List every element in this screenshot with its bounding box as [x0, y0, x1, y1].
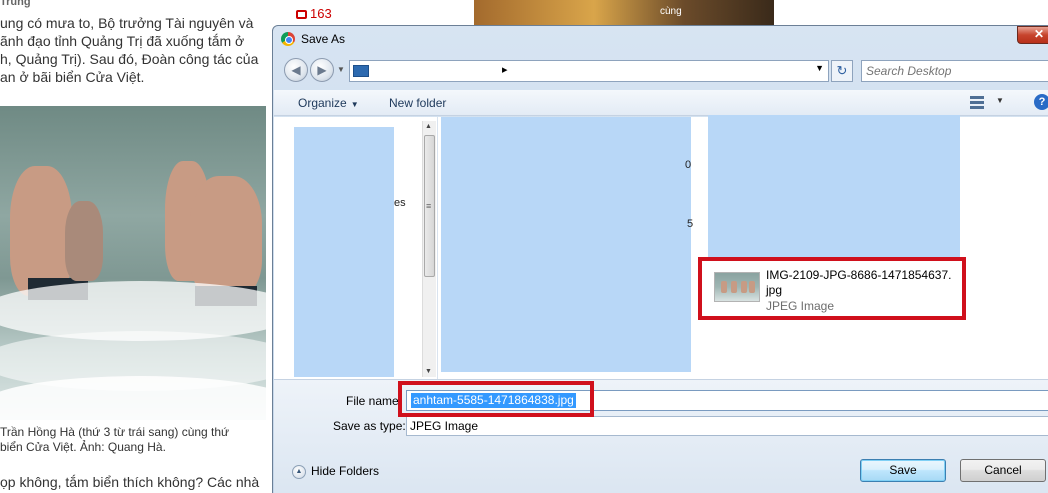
- chrome-icon: [281, 32, 295, 46]
- comment-count[interactable]: 163: [296, 6, 332, 21]
- navigation-scrollbar[interactable]: ▲ ≡ ▼: [422, 121, 436, 377]
- save-as-type-value: JPEG Image: [410, 419, 479, 433]
- redacted-region: [441, 117, 691, 372]
- article-line: h, Quảng Trị). Sau đó, Đoàn công tác của: [0, 51, 259, 67]
- new-folder-button[interactable]: New folder: [389, 96, 446, 110]
- file-name-label: File name:: [346, 394, 403, 408]
- organize-menu[interactable]: Organize ▼: [298, 96, 359, 110]
- caption-line: biển Cửa Việt. Ảnh: Quang Hà.: [0, 440, 166, 454]
- close-button[interactable]: ✕: [1017, 26, 1048, 44]
- hide-folders-toggle[interactable]: ▲ Hide Folders: [292, 464, 379, 479]
- command-bar: Organize ▼ New folder ▼ ?: [274, 90, 1048, 116]
- comment-icon: [296, 10, 307, 20]
- article-line: ãnh đạo tỉnh Quảng Trị đã xuống tắm ở: [0, 33, 245, 49]
- article-top-fragment: Trung: [0, 0, 31, 8]
- article-paragraph: ung có mưa to, Bộ trưởng Tài nguyên và ã…: [0, 14, 268, 86]
- highlight-box: [398, 381, 594, 417]
- refresh-button[interactable]: ↻: [831, 60, 853, 82]
- redacted-region: [708, 115, 960, 258]
- help-icon[interactable]: ?: [1034, 94, 1048, 110]
- search-input[interactable]: [866, 63, 1046, 79]
- chevron-down-icon[interactable]: ▼: [815, 63, 824, 73]
- back-button[interactable]: ◀: [284, 58, 308, 82]
- save-as-type-label: Save as type:: [333, 419, 406, 433]
- cancel-button[interactable]: Cancel: [960, 459, 1046, 482]
- chevron-up-icon: ▲: [292, 464, 306, 479]
- article-line: an ở bãi biển Cửa Việt.: [0, 69, 145, 85]
- forward-button[interactable]: ▶: [310, 58, 334, 82]
- breadcrumb-separator[interactable]: ▸: [502, 63, 508, 76]
- save-as-type-select[interactable]: JPEG Image ▼: [406, 416, 1048, 436]
- caption-line: Trần Hồng Hà (thứ 3 từ trái sang) cùng t…: [0, 425, 230, 439]
- article-line: ung có mưa to, Bộ trưởng Tài nguyên và: [0, 15, 254, 31]
- address-bar[interactable]: ▸ ▼: [349, 60, 829, 82]
- redacted-region: [294, 127, 394, 377]
- navigation-bar: ◀ ▶ ▼ ▸ ▼ ↻: [273, 56, 1048, 88]
- list-fragment: 5: [687, 218, 694, 230]
- comment-count-value: 163: [310, 6, 332, 21]
- nav-item-fragment[interactable]: es: [394, 197, 406, 209]
- scroll-up-icon[interactable]: ▲: [425, 123, 432, 130]
- hide-folders-label: Hide Folders: [311, 464, 380, 478]
- save-button[interactable]: Save: [860, 459, 946, 482]
- list-fragment: 0: [685, 159, 692, 171]
- side-thumbnail-text: cùng: [660, 6, 682, 17]
- navigation-pane: es ▲ ≡ ▼: [274, 117, 438, 379]
- highlight-box: [698, 257, 966, 320]
- content-area: es ▲ ≡ ▼ 0 5 IMG-2109-JPG-8686-147185463…: [274, 115, 1048, 379]
- chevron-down-icon: ▼: [350, 100, 359, 109]
- photo-caption: Trần Hồng Hà (thứ 3 từ trái sang) cùng t…: [0, 425, 268, 455]
- scroll-down-icon[interactable]: ▼: [425, 368, 432, 375]
- change-view-icon[interactable]: [970, 95, 988, 110]
- organize-label: Organize: [298, 96, 347, 110]
- desktop-location-icon: [353, 65, 369, 77]
- chevron-down-icon[interactable]: ▼: [996, 96, 1004, 105]
- save-options-panel: File name: anhtam-5585-1471864838.jpg ▼ …: [274, 379, 1048, 493]
- dialog-titlebar[interactable]: Save As ✕: [273, 26, 1048, 52]
- article-line: ọp không, tắm biển thích không? Các nhà: [0, 474, 260, 490]
- save-as-dialog: Save As ✕ ◀ ▶ ▼ ▸ ▼ ↻ Organize▼ New fold…: [272, 25, 1048, 493]
- recent-locations-icon[interactable]: ▼: [337, 65, 345, 74]
- scroll-grip-icon: ≡: [426, 201, 432, 211]
- search-box[interactable]: [861, 60, 1048, 82]
- article-photo: [0, 106, 266, 420]
- dialog-title: Save As: [301, 32, 346, 46]
